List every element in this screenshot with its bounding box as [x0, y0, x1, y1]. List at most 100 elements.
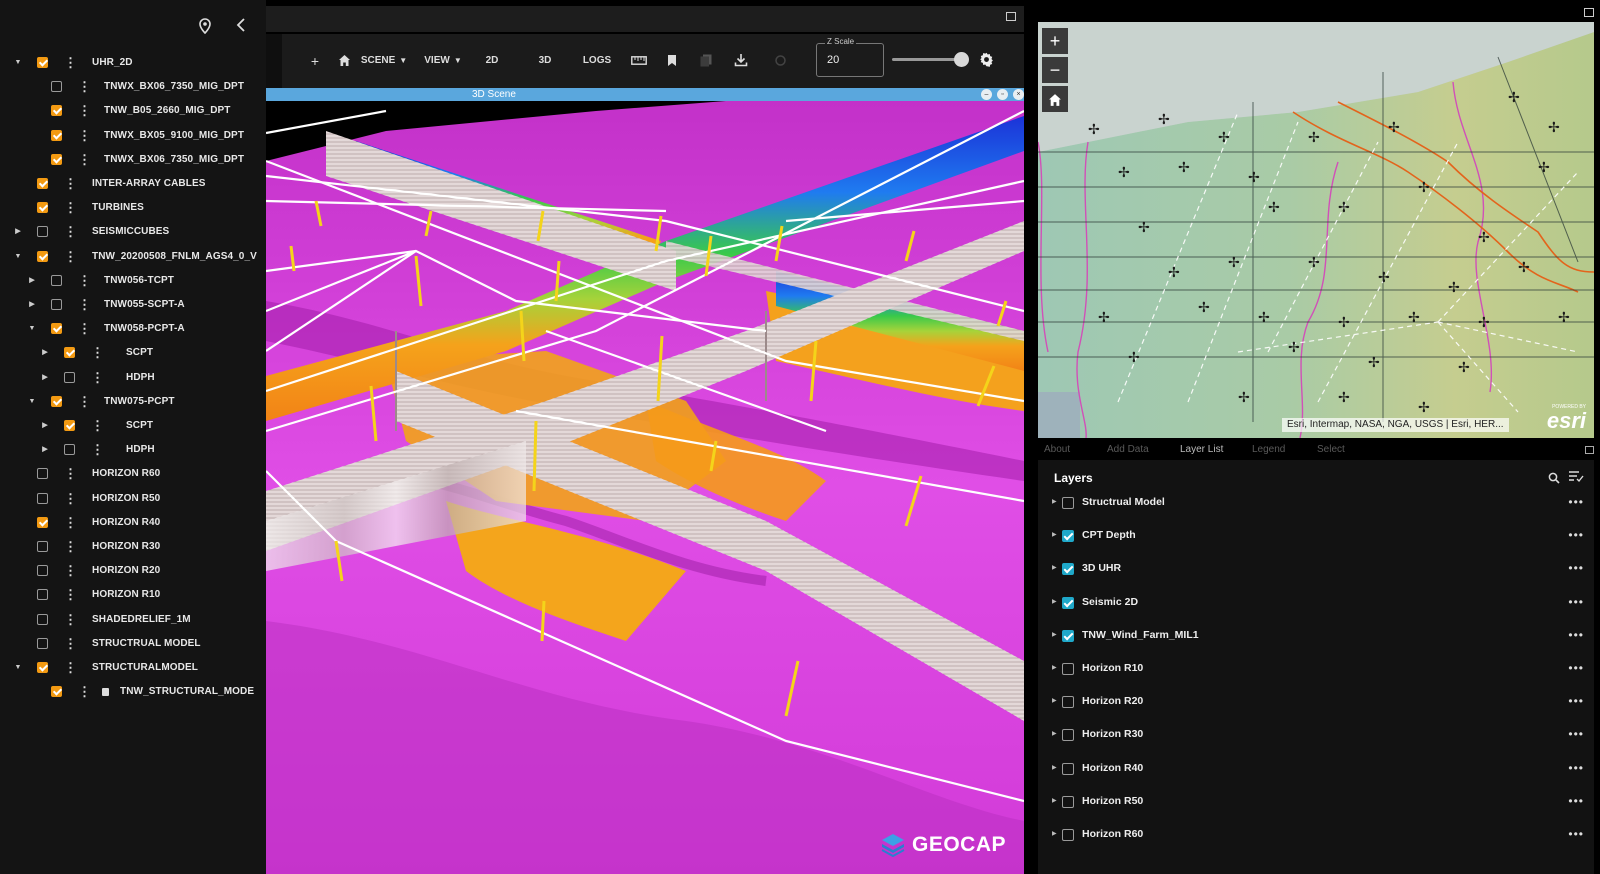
layer-list-item[interactable]: ▶ CPT Depth ••• — [1038, 519, 1594, 552]
caret-right-icon[interactable]: ▶ — [1052, 619, 1057, 652]
more-vertical-icon[interactable]: ⋮ — [78, 148, 91, 172]
tree-item[interactable]: ▼ ⋮ TNW058-PCPT-A — [0, 317, 266, 341]
logs-button[interactable]: LOGS — [580, 34, 614, 88]
layer-visibility-checkbox[interactable] — [1062, 596, 1074, 609]
layer-list-item[interactable]: ▶ TNW_Wind_Farm_MIL1 ••• — [1038, 619, 1594, 652]
tree-item[interactable]: ▶ ⋮ SEISMICCUBES — [0, 220, 266, 244]
layer-visibility-checkbox[interactable] — [1062, 663, 1074, 675]
caret-right-icon[interactable]: ▶ — [1052, 586, 1057, 619]
tree-item-checkbox[interactable] — [37, 516, 48, 528]
tree-item[interactable]: ⋮ HORIZON R30 — [0, 535, 266, 559]
ruler-icon[interactable] — [630, 34, 648, 88]
tree-item-checkbox[interactable] — [37, 565, 48, 577]
more-vertical-icon[interactable]: ⋮ — [64, 172, 77, 196]
add-button[interactable]: + — [308, 34, 322, 88]
tree-item-checkbox[interactable] — [37, 226, 48, 238]
more-options-icon[interactable]: ••• — [1568, 718, 1584, 751]
more-options-icon[interactable]: ••• — [1568, 486, 1584, 519]
more-vertical-icon[interactable]: ⋮ — [64, 608, 77, 632]
caret-down-icon[interactable]: ▼ — [26, 390, 38, 414]
caret-right-icon[interactable]: ▶ — [39, 366, 51, 390]
more-vertical-icon[interactable]: ⋮ — [64, 51, 77, 75]
scene-dropdown[interactable]: SCENE ▼ — [360, 34, 408, 88]
tree-item-checkbox[interactable] — [51, 129, 62, 141]
more-options-icon[interactable]: ••• — [1568, 552, 1584, 585]
tab-add-data[interactable]: Add Data — [1107, 440, 1149, 460]
more-vertical-icon[interactable]: ⋮ — [64, 196, 77, 220]
tree-item-checkbox[interactable] — [37, 178, 48, 189]
more-vertical-icon[interactable]: ⋮ — [64, 487, 77, 511]
more-vertical-icon[interactable]: ⋮ — [64, 462, 77, 486]
caret-down-icon[interactable]: ▼ — [12, 245, 24, 269]
tree-item[interactable]: ⋮ HORIZON R50 — [0, 487, 266, 511]
more-options-icon[interactable]: ••• — [1568, 685, 1584, 718]
map-view[interactable]: ✢ ✢ ✢ ✢ ✢ ✢ ✢ ✢ ✢ ✢ ✢ ✢ ✢ ✢ ✢ ✢ ✢ ✢ ✢ ✢ ✢ ✢ ✢ ✢ ✢ ✢ ✢ ✢ ✢ ✢ … — [1038, 22, 1594, 438]
tree-item[interactable]: ⋮ HORIZON R10 — [0, 583, 266, 607]
home-icon[interactable] — [1042, 86, 1068, 112]
more-vertical-icon[interactable]: ⋮ — [78, 99, 91, 123]
layer-list-item[interactable]: ▶ Horizon R60 ••• — [1038, 818, 1594, 851]
more-options-icon[interactable]: ••• — [1568, 785, 1584, 818]
tree-item[interactable]: ▶ ⋮ SCPT — [0, 414, 266, 438]
tree-item-checkbox[interactable] — [37, 637, 48, 649]
layer-visibility-checkbox[interactable] — [1062, 762, 1074, 775]
more-vertical-icon[interactable]: ⋮ — [64, 535, 77, 559]
layer-visibility-checkbox[interactable] — [1062, 829, 1074, 841]
tree-item[interactable]: ⋮ TNWX_BX06_7350_MIG_DPT — [0, 148, 266, 172]
tree-item[interactable]: ▼ ⋮ TNW_20200508_FNLM_AGS4_0_V — [0, 245, 266, 269]
zoom-in-button[interactable]: + — [1042, 28, 1068, 54]
layer-visibility-checkbox[interactable] — [1062, 530, 1074, 543]
more-vertical-icon[interactable]: ⋮ — [64, 656, 77, 680]
tree-item-checkbox[interactable] — [51, 153, 62, 165]
more-options-icon[interactable]: ••• — [1568, 752, 1584, 785]
caret-right-icon[interactable]: ▶ — [26, 269, 38, 293]
caret-right-icon[interactable]: ▶ — [12, 220, 24, 244]
tree-item[interactable]: ⋮ TNW_B05_2660_MIG_DPT — [0, 99, 266, 123]
layer-list-item[interactable]: ▶ Horizon R30 ••• — [1038, 718, 1594, 751]
more-options-icon[interactable]: ••• — [1568, 652, 1584, 685]
tab-legend[interactable]: Legend — [1252, 440, 1285, 460]
tree-item[interactable]: ▶ ⋮ TNW055-SCPT-A — [0, 293, 266, 317]
3d-scene-viewport[interactable]: GEOCAP — [266, 101, 1024, 874]
more-vertical-icon[interactable]: ⋮ — [64, 583, 77, 607]
more-options-icon[interactable]: ••• — [1568, 519, 1584, 552]
layer-list-item[interactable]: ▶ Horizon R40 ••• — [1038, 752, 1594, 785]
more-vertical-icon[interactable]: ⋮ — [78, 317, 91, 341]
more-options-icon[interactable]: ••• — [1568, 619, 1584, 652]
more-vertical-icon[interactable]: ⋮ — [91, 341, 104, 365]
caret-right-icon[interactable]: ▶ — [1052, 785, 1057, 818]
slider-thumb[interactable] — [954, 52, 970, 67]
caret-right-icon[interactable]: ▶ — [1052, 718, 1057, 751]
more-vertical-icon[interactable]: ⋮ — [64, 245, 77, 269]
more-vertical-icon[interactable]: ⋮ — [78, 75, 91, 99]
tree-item-checkbox[interactable] — [37, 57, 48, 68]
tree-item-checkbox[interactable] — [64, 420, 75, 431]
home-icon[interactable] — [336, 34, 352, 88]
tree-item-checkbox[interactable] — [51, 81, 62, 93]
layer-visibility-checkbox[interactable] — [1062, 696, 1074, 709]
caret-right-icon[interactable]: ▶ — [39, 414, 51, 438]
tree-item[interactable]: ▼ ⋮ TNW075-PCPT — [0, 390, 266, 414]
restore-window-button[interactable]: ▫ — [997, 89, 1008, 100]
caret-right-icon[interactable]: ▶ — [1052, 519, 1057, 552]
tree-item-checkbox[interactable] — [51, 299, 62, 310]
tree-item-checkbox[interactable] — [51, 323, 62, 335]
tab-layer-list[interactable]: Layer List — [1180, 440, 1223, 460]
caret-right-icon[interactable]: ▶ — [26, 293, 38, 317]
gear-icon[interactable] — [978, 52, 994, 68]
caret-down-icon[interactable]: ▼ — [26, 317, 38, 341]
tree-item-checkbox[interactable] — [37, 589, 48, 601]
tree-item[interactable]: ▶ ⋮ HDPH — [0, 438, 266, 462]
layer-visibility-checkbox[interactable] — [1062, 629, 1074, 642]
tree-item-checkbox[interactable] — [37, 250, 48, 262]
more-vertical-icon[interactable]: ⋮ — [64, 511, 77, 535]
layer-list-item[interactable]: ▶ Horizon R10 ••• — [1038, 652, 1594, 685]
bookmark-icon[interactable] — [665, 34, 679, 88]
tab-select[interactable]: Select — [1317, 440, 1345, 460]
tree-item[interactable]: ⋮ HORIZON R60 — [0, 462, 266, 486]
caret-right-icon[interactable]: ▶ — [1052, 486, 1057, 519]
tree-item-checkbox[interactable] — [37, 202, 48, 214]
tree-item-checkbox[interactable] — [37, 468, 48, 480]
tree-item[interactable]: ▼ ⋮ UHR_2D — [0, 51, 266, 75]
caret-down-icon[interactable]: ▼ — [12, 656, 24, 680]
